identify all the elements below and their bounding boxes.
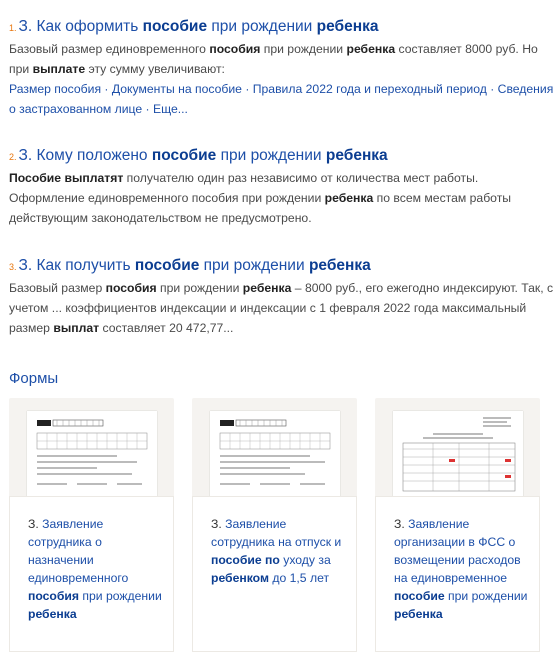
form-card-title[interactable]: З. Заявление организации в ФСС о возмеще… bbox=[394, 515, 529, 623]
result-title-link[interactable]: 2. З. Кому положено пособие при рождении… bbox=[9, 147, 554, 165]
text-fragment: при рождении bbox=[207, 18, 317, 35]
form-thumbnail bbox=[27, 411, 157, 497]
highlighted-term: пособие bbox=[394, 589, 445, 603]
search-result: 1. З. Как оформить пособие при рождении … bbox=[9, 18, 554, 119]
result-title[interactable]: З. Как получить пособие при рождении реб… bbox=[19, 257, 371, 275]
highlighted-term: ребенка bbox=[308, 257, 371, 274]
text-fragment: составляет 20 472,77... bbox=[99, 321, 234, 335]
highlighted-term: ребенка bbox=[242, 281, 292, 295]
form-card[interactable]: З. Заявление сотрудника о назначении еди… bbox=[9, 398, 174, 652]
result-snippet: Базовый размер пособия при рождении ребе… bbox=[9, 278, 554, 338]
highlighted-term: ребенка bbox=[346, 42, 396, 56]
text-fragment: З. Как оформить bbox=[18, 18, 143, 35]
text-fragment: Заявление сотрудника на отпуск и bbox=[211, 517, 342, 549]
text-fragment: при рождении bbox=[444, 589, 528, 603]
text-fragment: Заявление организации в ФСС о возмещении… bbox=[394, 517, 521, 585]
highlighted-term: пособие bbox=[151, 147, 217, 164]
text-fragment: З. Как получить bbox=[18, 257, 135, 274]
search-result: 2. З. Кому положено пособие при рождении… bbox=[9, 147, 554, 228]
text-fragment: эту сумму увеличивают: bbox=[85, 62, 225, 76]
highlighted-term: пособия bbox=[209, 42, 261, 56]
form-card[interactable]: З. Заявление организации в ФСС о возмеще… bbox=[375, 398, 540, 652]
form-title-text[interactable]: Заявление организации в ФСС о возмещении… bbox=[394, 517, 527, 621]
form-card-body[interactable]: З. Заявление сотрудника на отпуск и посо… bbox=[192, 496, 357, 652]
text-fragment: при рождении bbox=[156, 281, 243, 295]
highlighted-term: выплате bbox=[32, 62, 86, 76]
highlighted-term: ребенка bbox=[394, 607, 443, 621]
result-sitelinks[interactable]: Размер пособия · Документы на пособие · … bbox=[9, 79, 554, 119]
text-fragment: Базовый размер единовременного bbox=[9, 42, 210, 56]
forms-section-title: Формы bbox=[9, 370, 59, 387]
highlighted-term: пособия bbox=[105, 281, 157, 295]
result-title[interactable]: З. Кому положено пособие при рождении ре… bbox=[19, 147, 388, 165]
text-fragment: Заявление сотрудника о назначении единов… bbox=[28, 517, 129, 585]
highlighted-term: выплат bbox=[53, 321, 100, 335]
form-card-body[interactable]: З. Заявление организации в ФСС о возмеще… bbox=[375, 496, 540, 652]
form-thumbnail bbox=[210, 411, 340, 497]
search-result: 3. З. Как получить пособие при рождении … bbox=[9, 257, 554, 338]
text-fragment: при рождении bbox=[199, 257, 309, 274]
result-number: 3. bbox=[9, 262, 17, 272]
highlighted-term: Пособие выплатят bbox=[9, 171, 124, 185]
form-card-title[interactable]: З. Заявление сотрудника на отпуск и посо… bbox=[211, 515, 346, 587]
result-title[interactable]: З. Как оформить пособие при рождении реб… bbox=[19, 18, 379, 36]
highlighted-term: ребенка bbox=[28, 607, 77, 621]
text-fragment: при рождении bbox=[79, 589, 162, 603]
highlighted-term: ребенка bbox=[316, 18, 379, 35]
form-card-title[interactable]: З. Заявление сотрудника о назначении еди… bbox=[28, 515, 163, 623]
highlighted-term: ребенка bbox=[324, 191, 374, 205]
result-title-link[interactable]: 1. З. Как оформить пособие при рождении … bbox=[9, 18, 554, 36]
form-prefix: З. bbox=[211, 517, 226, 531]
text-fragment: З. Кому положено bbox=[18, 147, 152, 164]
result-number: 2. bbox=[9, 152, 17, 162]
form-title-text[interactable]: Заявление сотрудника на отпуск и пособие… bbox=[211, 517, 341, 585]
text-fragment: Базовый размер bbox=[9, 281, 106, 295]
result-title-link[interactable]: 3. З. Как получить пособие при рождении … bbox=[9, 257, 554, 275]
highlighted-term: пособия bbox=[28, 589, 79, 603]
highlighted-term: ребенка bbox=[325, 147, 388, 164]
highlighted-term: пособие bbox=[134, 257, 200, 274]
result-snippet: Пособие выплатят получателю один раз нез… bbox=[9, 168, 554, 228]
result-number: 1. bbox=[9, 23, 17, 33]
form-card[interactable]: З. Заявление сотрудника на отпуск и посо… bbox=[192, 398, 357, 652]
text-fragment: при рождении bbox=[260, 42, 347, 56]
text-fragment: при рождении bbox=[216, 147, 326, 164]
result-snippet: Базовый размер единовременного пособия п… bbox=[9, 39, 554, 79]
form-prefix: З. bbox=[394, 517, 409, 531]
form-thumbnail bbox=[393, 411, 523, 497]
text-fragment: уходу за bbox=[279, 553, 331, 567]
form-title-text[interactable]: Заявление сотрудника о назначении единов… bbox=[28, 517, 162, 621]
highlighted-term: пособие по bbox=[211, 553, 280, 567]
text-fragment: до 1,5 лет bbox=[268, 571, 330, 585]
form-prefix: З. bbox=[28, 517, 43, 531]
highlighted-term: пособие bbox=[142, 18, 208, 35]
form-card-body[interactable]: З. Заявление сотрудника о назначении еди… bbox=[9, 496, 174, 652]
highlighted-term: ребенком bbox=[211, 571, 269, 585]
